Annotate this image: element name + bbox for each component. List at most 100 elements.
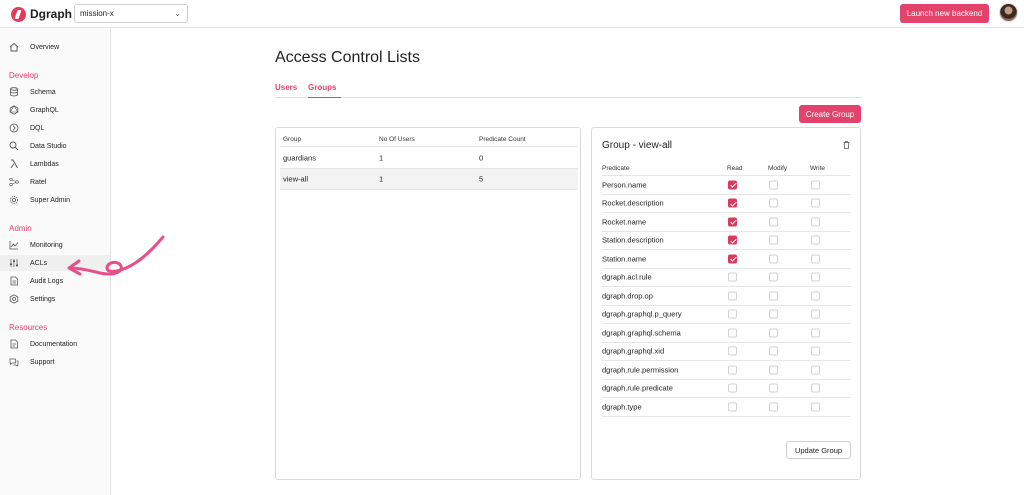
sidebar-item-label: Documentation bbox=[30, 340, 78, 348]
read-checkbox[interactable] bbox=[728, 272, 737, 282]
sidebar-item-schema[interactable]: Schema bbox=[0, 84, 110, 100]
write-checkbox[interactable] bbox=[811, 328, 820, 338]
modify-checkbox[interactable] bbox=[769, 365, 778, 375]
sidebar-item-graphql[interactable]: GraphQL bbox=[0, 102, 110, 118]
sidebar-item-label: Support bbox=[30, 358, 55, 366]
modify-checkbox[interactable] bbox=[769, 272, 778, 282]
predicate-name: Rocket.description bbox=[602, 198, 664, 208]
write-checkbox[interactable] bbox=[811, 254, 820, 264]
group-detail-title: Group - view-all bbox=[602, 140, 673, 151]
read-checkbox[interactable] bbox=[728, 328, 737, 338]
sidebar-item-support[interactable]: Support bbox=[0, 354, 110, 370]
groups-table-header: Group No Of Users Predicate Count bbox=[280, 133, 578, 147]
launch-backend-button[interactable]: Launch new backend bbox=[900, 4, 989, 23]
modify-checkbox[interactable] bbox=[769, 402, 778, 412]
write-checkbox[interactable] bbox=[811, 198, 820, 208]
sidebar-item-label: Schema bbox=[30, 88, 56, 96]
write-checkbox[interactable] bbox=[811, 217, 820, 227]
predicate-row: Person.name bbox=[602, 176, 851, 195]
backend-select-value: mission-x bbox=[80, 9, 114, 18]
column-header-write: Write bbox=[810, 165, 826, 172]
modify-checkbox[interactable] bbox=[769, 254, 778, 264]
backend-select[interactable]: mission-x ⌄ bbox=[74, 4, 188, 23]
predicate-row: dgraph.acl.rule bbox=[602, 269, 851, 287]
table-row[interactable]: view-all 1 5 bbox=[280, 169, 578, 190]
write-checkbox[interactable] bbox=[811, 235, 820, 245]
table-row[interactable]: guardians 1 0 bbox=[280, 148, 578, 169]
read-checkbox[interactable] bbox=[728, 254, 737, 264]
tab-users[interactable]: Users bbox=[275, 83, 297, 92]
write-checkbox[interactable] bbox=[811, 309, 820, 319]
write-checkbox[interactable] bbox=[811, 402, 820, 412]
sidebar-item-label: Data Studio bbox=[30, 142, 67, 150]
column-header-group: Group bbox=[283, 136, 302, 143]
read-checkbox[interactable] bbox=[728, 383, 737, 393]
create-group-button[interactable]: Create Group bbox=[799, 105, 861, 123]
predicate-row: dgraph.graphql.p_query bbox=[602, 306, 851, 324]
predicate-row: dgraph.graphql.xid bbox=[602, 343, 851, 361]
group-name: guardians bbox=[283, 153, 316, 163]
modify-checkbox[interactable] bbox=[769, 328, 778, 338]
predicate-row: Rocket.description bbox=[602, 195, 851, 213]
sidebar-item-super-admin[interactable]: Super Admin bbox=[0, 192, 110, 208]
sidebar-item-overview[interactable]: Overview bbox=[0, 39, 110, 55]
sidebar-item-label: Audit Logs bbox=[30, 277, 64, 285]
sidebar-item-label: Settings bbox=[30, 295, 56, 303]
read-checkbox[interactable] bbox=[728, 309, 737, 319]
write-checkbox[interactable] bbox=[811, 272, 820, 282]
modify-checkbox[interactable] bbox=[769, 180, 778, 190]
read-checkbox[interactable] bbox=[728, 217, 737, 227]
sidebar-item-data-studio[interactable]: Data Studio bbox=[0, 138, 110, 154]
write-checkbox[interactable] bbox=[811, 291, 820, 301]
write-checkbox[interactable] bbox=[811, 346, 820, 356]
sidebar-item-dql[interactable]: DQL bbox=[0, 120, 110, 136]
read-checkbox[interactable] bbox=[728, 291, 737, 301]
avatar[interactable] bbox=[999, 3, 1018, 22]
section-title-resources: Resources bbox=[9, 323, 48, 332]
sidebar-item-label: DQL bbox=[30, 124, 45, 132]
predicate-name: dgraph.rule.predicate bbox=[602, 383, 673, 393]
dgraph-logo[interactable]: Dgraph bbox=[11, 5, 72, 23]
sidebar-item-documentation[interactable]: Documentation bbox=[0, 336, 110, 352]
modify-checkbox[interactable] bbox=[769, 198, 778, 208]
predicate-row: dgraph.rule.permission bbox=[602, 361, 851, 380]
modify-checkbox[interactable] bbox=[769, 346, 778, 356]
modify-checkbox[interactable] bbox=[769, 217, 778, 227]
read-checkbox[interactable] bbox=[728, 198, 737, 208]
settings-icon bbox=[9, 294, 19, 304]
group-predicates: 5 bbox=[479, 174, 484, 184]
read-checkbox[interactable] bbox=[728, 180, 737, 190]
read-checkbox[interactable] bbox=[728, 402, 737, 412]
predicate-name: dgraph.graphql.schema bbox=[602, 328, 681, 338]
read-checkbox[interactable] bbox=[728, 346, 737, 356]
trash-icon[interactable] bbox=[843, 141, 850, 149]
graphql-icon bbox=[9, 105, 19, 115]
predicate-name: Station.name bbox=[602, 254, 647, 264]
predicate-row: Station.description bbox=[602, 232, 851, 250]
modify-checkbox[interactable] bbox=[769, 235, 778, 245]
sidebar-item-label: Overview bbox=[30, 43, 60, 51]
group-predicates: 0 bbox=[479, 153, 484, 163]
tab-groups[interactable]: Groups bbox=[308, 83, 341, 98]
read-checkbox[interactable] bbox=[728, 235, 737, 245]
update-group-button[interactable]: Update Group bbox=[786, 441, 851, 459]
sidebar-item-settings[interactable]: Settings bbox=[0, 291, 110, 307]
group-users: 1 bbox=[379, 153, 384, 163]
write-checkbox[interactable] bbox=[811, 365, 820, 375]
sidebar-item-label: ACLs bbox=[30, 259, 48, 267]
modify-checkbox[interactable] bbox=[769, 291, 778, 301]
lambda-icon bbox=[9, 159, 19, 169]
write-checkbox[interactable] bbox=[811, 383, 820, 393]
modify-checkbox[interactable] bbox=[769, 383, 778, 393]
sidebar-item-lambdas[interactable]: Lambdas bbox=[0, 156, 110, 172]
write-checkbox[interactable] bbox=[811, 180, 820, 190]
sidebar-item-ratel[interactable]: Ratel bbox=[0, 174, 110, 190]
file-text-icon bbox=[9, 339, 19, 349]
predicate-row: Rocket.name bbox=[602, 213, 851, 232]
sliders-icon bbox=[9, 258, 19, 268]
read-checkbox[interactable] bbox=[728, 365, 737, 375]
ratel-icon bbox=[9, 177, 19, 187]
dql-icon bbox=[9, 123, 19, 133]
modify-checkbox[interactable] bbox=[769, 309, 778, 319]
top-bar: Dgraph mission-x ⌄ Launch new backend bbox=[0, 0, 1024, 28]
